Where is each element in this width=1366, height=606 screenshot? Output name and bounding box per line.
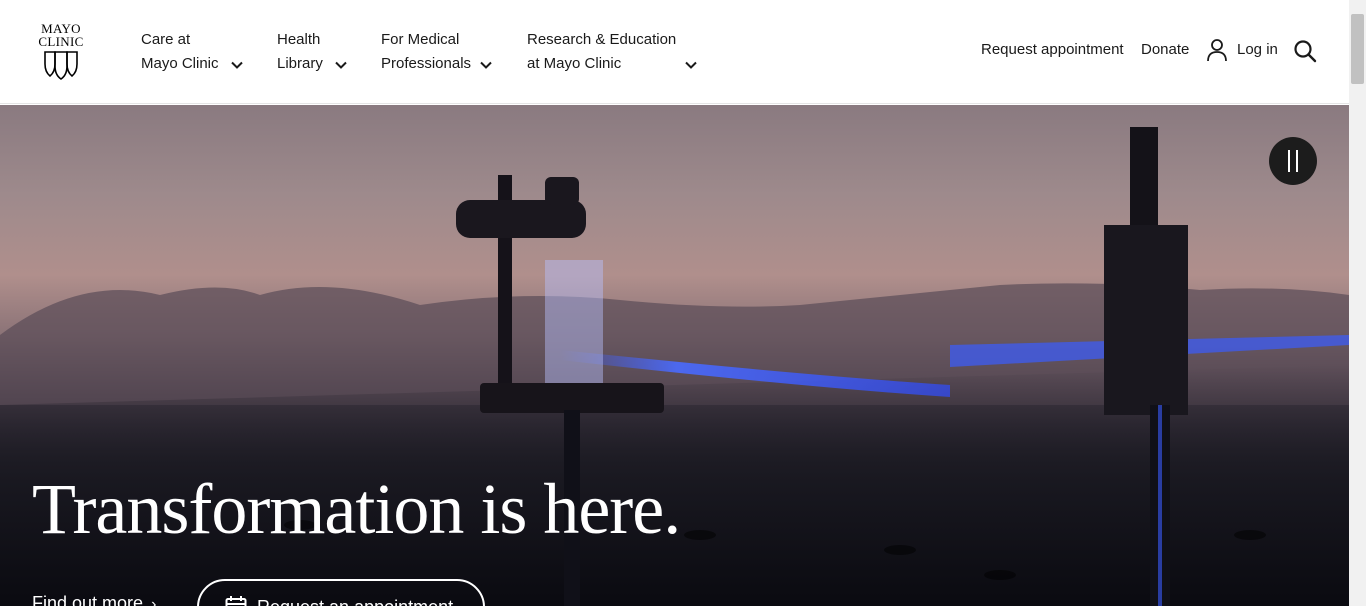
chevron-down-icon[interactable] <box>231 59 243 71</box>
nav-care-at-mayo-clinic[interactable]: Care at Mayo Clinic <box>141 28 219 76</box>
hero-video: Transformation is here. Find out more › R… <box>0 105 1349 606</box>
page-scrollbar[interactable] <box>1349 0 1366 606</box>
nav-label-line1: For Medical <box>381 31 460 48</box>
nav-label-line2: Library <box>277 55 323 72</box>
find-out-more-label: Find out more <box>32 593 144 606</box>
chevron-down-icon[interactable] <box>335 59 347 71</box>
logo-line2: CLINIC <box>38 34 84 49</box>
search-icon[interactable] <box>1293 39 1317 63</box>
request-appointment-link[interactable]: Request appointment <box>981 40 1124 60</box>
request-an-appointment-button[interactable]: Request an appointment <box>197 579 485 606</box>
pause-icon <box>1288 150 1290 172</box>
calendar-icon <box>225 596 247 606</box>
request-an-appointment-label: Request an appointment <box>257 595 453 606</box>
hero-title: Transformation is here. <box>32 469 681 549</box>
login-link[interactable]: Log in <box>1237 40 1278 60</box>
chevron-down-icon[interactable] <box>480 59 492 71</box>
mayo-clinic-logo[interactable]: MAYO CLINIC <box>34 22 88 82</box>
shield-logo-icon <box>44 51 78 80</box>
nav-research-education[interactable]: Research & Education at Mayo Clinic <box>527 28 676 76</box>
scrollbar-thumb[interactable] <box>1351 14 1364 84</box>
pause-icon <box>1296 150 1298 172</box>
nav-label-line2: Professionals <box>381 55 472 72</box>
user-icon[interactable] <box>1206 38 1228 62</box>
nav-label-line1: Care at <box>141 31 191 48</box>
site-header: MAYO CLINIC Care at Mayo Clinic Health L… <box>0 0 1349 104</box>
nav-label-line2: at Mayo Clinic <box>527 55 622 72</box>
pause-video-button[interactable] <box>1269 137 1317 185</box>
nav-label-line1: Research & Education <box>527 31 677 48</box>
find-out-more-link[interactable]: Find out more › <box>32 591 156 606</box>
nav-label-line2: Mayo Clinic <box>141 55 219 72</box>
nav-for-medical-professionals[interactable]: For Medical Professionals <box>381 28 471 76</box>
nav-label-line1: Health <box>277 31 321 48</box>
donate-link[interactable]: Donate <box>1141 40 1189 60</box>
chevron-right-icon: › <box>151 596 157 606</box>
chevron-down-icon[interactable] <box>685 59 697 71</box>
nav-health-library[interactable]: Health Library <box>277 28 323 76</box>
